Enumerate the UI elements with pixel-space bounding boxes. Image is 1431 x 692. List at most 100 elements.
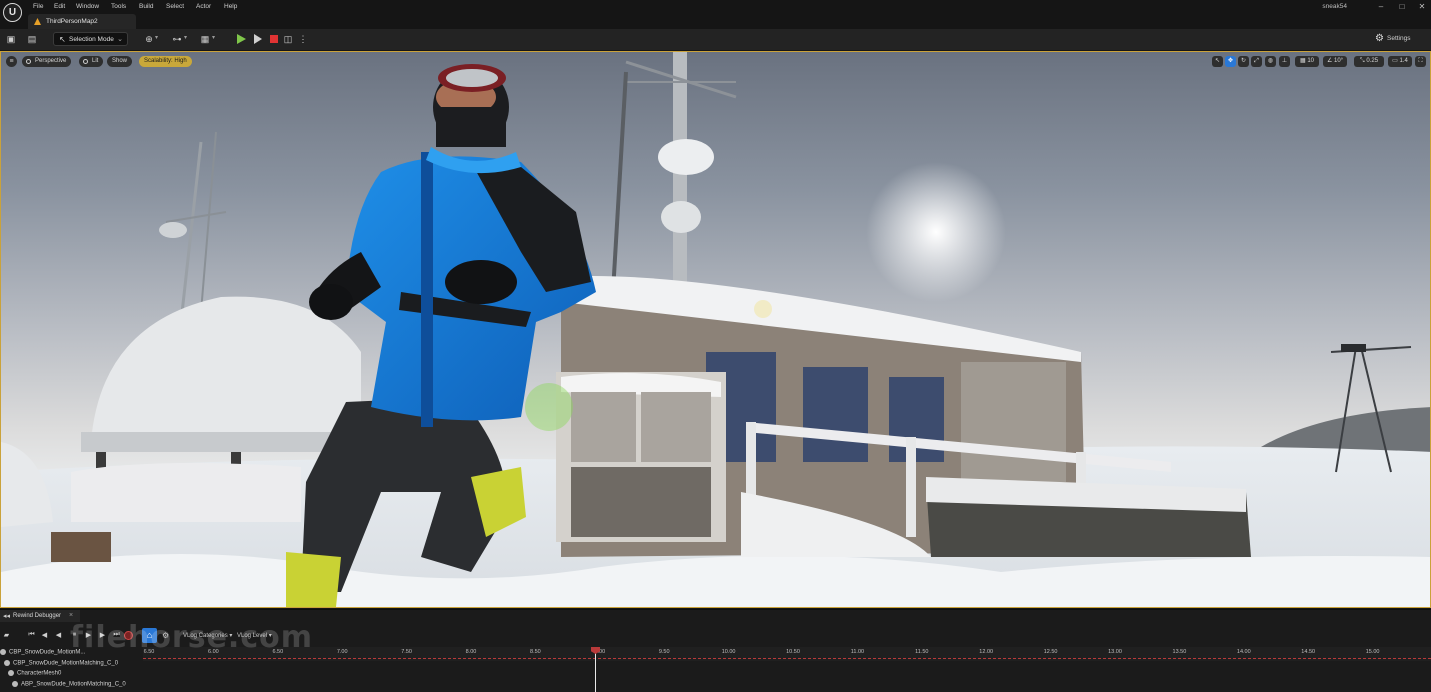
selection-mode-dropdown[interactable]: ↖ Selection Mode ⌄ [53,32,128,46]
menu-window[interactable]: Window [76,3,99,10]
menu-actor[interactable]: Actor [196,3,211,10]
timeline-tick-label: 7.50 [401,649,412,655]
main-toolbar: ▣ ▤ ↖ Selection Mode ⌄ ⊕ ▾ ⊶ ▾ ▦ ▾ ◫ ⋮ ⚙… [0,29,1431,50]
camera-speed-button[interactable]: ▭ 1.4 [1388,56,1412,67]
translate-tool-icon[interactable]: ✥ [1225,56,1236,67]
play-button[interactable] [237,34,246,44]
show-button[interactable]: Show [107,56,133,67]
lit-label: Lit [92,58,99,64]
level-icon [34,18,41,25]
camera-icon [26,59,31,64]
menu-file[interactable]: File [33,3,43,10]
content-browser-icon[interactable]: ▤ [27,34,37,44]
stop-button[interactable] [270,35,278,43]
menu-bar: U File Edit Window Tools Build Select Ac… [0,0,1431,22]
view-mode-button[interactable]: Lit [79,56,104,67]
menu-build[interactable]: Build [139,3,153,10]
scene-render [1,52,1430,607]
perspective-label: Perspective [35,58,67,64]
gamepad-icon[interactable]: ◫ [283,34,293,44]
select-tool-icon[interactable]: ↖ [1212,56,1223,67]
menu-edit[interactable]: Edit [54,3,65,10]
track-row[interactable]: ABP_SnowDude_MotionMatching_C_0 [0,681,143,691]
camera-icon[interactable]: ▰ [2,631,11,639]
lens-flare [525,383,573,431]
track-label: CBP_SnowDude_MotionMatching_C_0 [13,660,119,667]
scalability-badge[interactable]: Scalability: High [139,56,192,67]
cinematics-icon[interactable]: ▦ [200,34,210,44]
actor-icon [0,649,6,655]
grid-snap-value: 10 [1307,58,1315,64]
timeline-tick-label: 8.00 [465,649,477,655]
advance-frame-button[interactable] [254,34,262,44]
step-back-icon[interactable]: ◀ [40,631,49,639]
scale-snap-value: 0.25 [1366,58,1379,64]
play-reverse-icon[interactable]: ◀ [54,631,63,639]
world-space-icon[interactable]: ◍ [1265,56,1276,67]
timeline-tick-label: 11.50 [915,649,929,655]
viewport-menu-button[interactable]: ≡ [6,56,17,67]
minimize-button[interactable]: – [1376,2,1386,11]
blueprint-icon [4,660,10,666]
timeline-tick-label: 15.00 [1365,649,1380,655]
close-icon[interactable]: × [69,612,73,619]
maximize-button[interactable]: □ [1397,2,1407,11]
maximize-viewport-icon[interactable]: ⛶ [1415,56,1426,67]
tab-level[interactable]: ThirdPersonMap2 [28,14,136,29]
rewind-tab-label: Rewind Debugger [13,613,62,619]
timeline-tick-label: 12.50 [1043,649,1058,655]
chevron-down-icon: ⌄ [117,36,123,43]
timeline-tick-label: 13.00 [1108,649,1122,655]
selection-mode-label: Selection Mode [69,36,114,43]
scale-tool-icon[interactable]: ⤢ [1251,56,1262,67]
chevron-down-icon[interactable]: ▾ [212,34,215,41]
timeline-tick-label: 7.00 [336,649,348,655]
blueprint-icon[interactable]: ⊶ [172,34,182,44]
chevron-down-icon[interactable]: ▾ [155,34,158,41]
timeline-tick-label: 10.50 [786,649,800,655]
camera-speed-value: 1.4 [1399,58,1408,64]
menu-help[interactable]: Help [224,3,237,10]
timeline-tick-label: 9.50 [658,649,670,655]
recording-range-line [143,658,1431,659]
scale-snap-toggle[interactable]: ⤡ 0.25 [1354,56,1384,67]
timeline-tick-label: 11.00 [850,649,865,655]
mesh-icon [8,670,14,676]
track-row[interactable]: CharacterMesh0 [0,670,143,680]
more-options-icon[interactable]: ⋮ [298,34,308,44]
user-name: sneak54 [1322,3,1347,10]
close-button[interactable]: ✕ [1417,2,1427,11]
track-row[interactable]: CBP_SnowDude_MotionMatching_C_0 [0,660,143,670]
timeline-tick-label: 12.00 [979,649,994,655]
tab-strip: ThirdPersonMap2 [0,14,1431,29]
rotation-snap-toggle[interactable]: ∠ 10° [1323,56,1347,67]
timeline-tick-label: 8.50 [530,649,541,655]
right-glove [445,260,517,304]
tab-rewind-debugger[interactable]: ◂◂ Rewind Debugger × [0,610,80,622]
snow-drifts [1,554,1430,607]
save-icon[interactable]: ▣ [6,34,16,44]
sun [866,162,1006,302]
central-mast [611,52,737,293]
left-antenna-tower [159,131,227,323]
rotation-snap-value: 10° [1333,58,1344,64]
rewind-icon: ◂◂ [3,613,11,620]
level-viewport[interactable]: ≡ Perspective Lit Show Scalability: High… [0,51,1431,608]
rotate-tool-icon[interactable]: ↻ [1238,56,1249,67]
tab-level-label: ThirdPersonMap2 [46,18,98,25]
menu-select[interactable]: Select [166,3,184,10]
menu-tools[interactable]: Tools [111,3,126,10]
track-label: ABP_SnowDude_MotionMatching_C_0 [21,681,126,688]
grid-snap-toggle[interactable]: ▦ 10 [1295,56,1319,67]
cursor-icon: ↖ [59,35,66,44]
anim-blueprint-icon [12,681,18,687]
timeline-tick-label: 10.00 [721,649,736,655]
skip-start-icon[interactable]: ⏮ [27,631,36,639]
settings-button[interactable]: ⚙ Settings [1375,33,1425,45]
unreal-logo-icon[interactable]: U [3,3,22,22]
chevron-down-icon[interactable]: ▾ [184,34,187,41]
add-actor-icon[interactable]: ⊕ [144,34,154,44]
perspective-button[interactable]: Perspective [22,56,72,67]
surface-snap-icon[interactable]: ⊥ [1279,56,1290,67]
left-glove [309,284,353,320]
